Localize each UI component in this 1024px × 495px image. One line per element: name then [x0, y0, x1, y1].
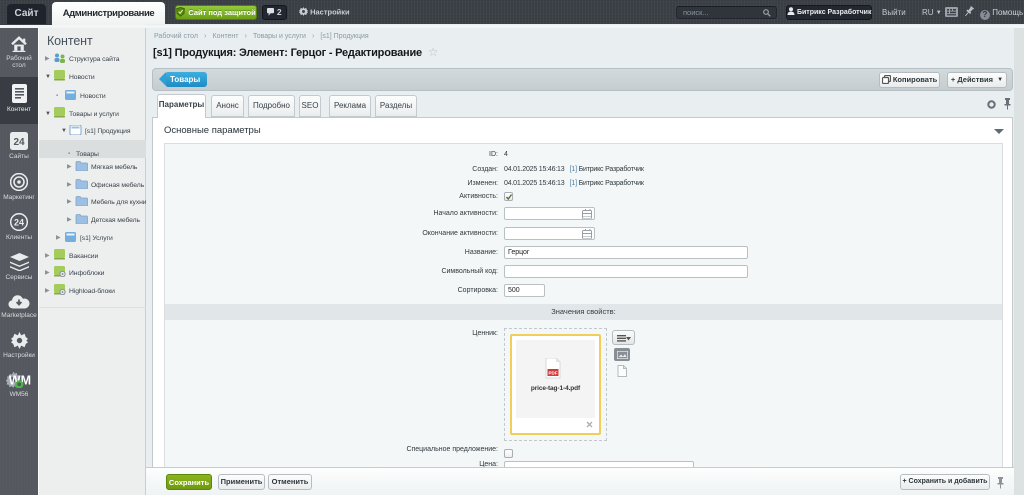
svg-text:24: 24	[13, 137, 25, 148]
svg-text:PDF: PDF	[549, 370, 558, 375]
svg-text:24: 24	[14, 218, 24, 228]
